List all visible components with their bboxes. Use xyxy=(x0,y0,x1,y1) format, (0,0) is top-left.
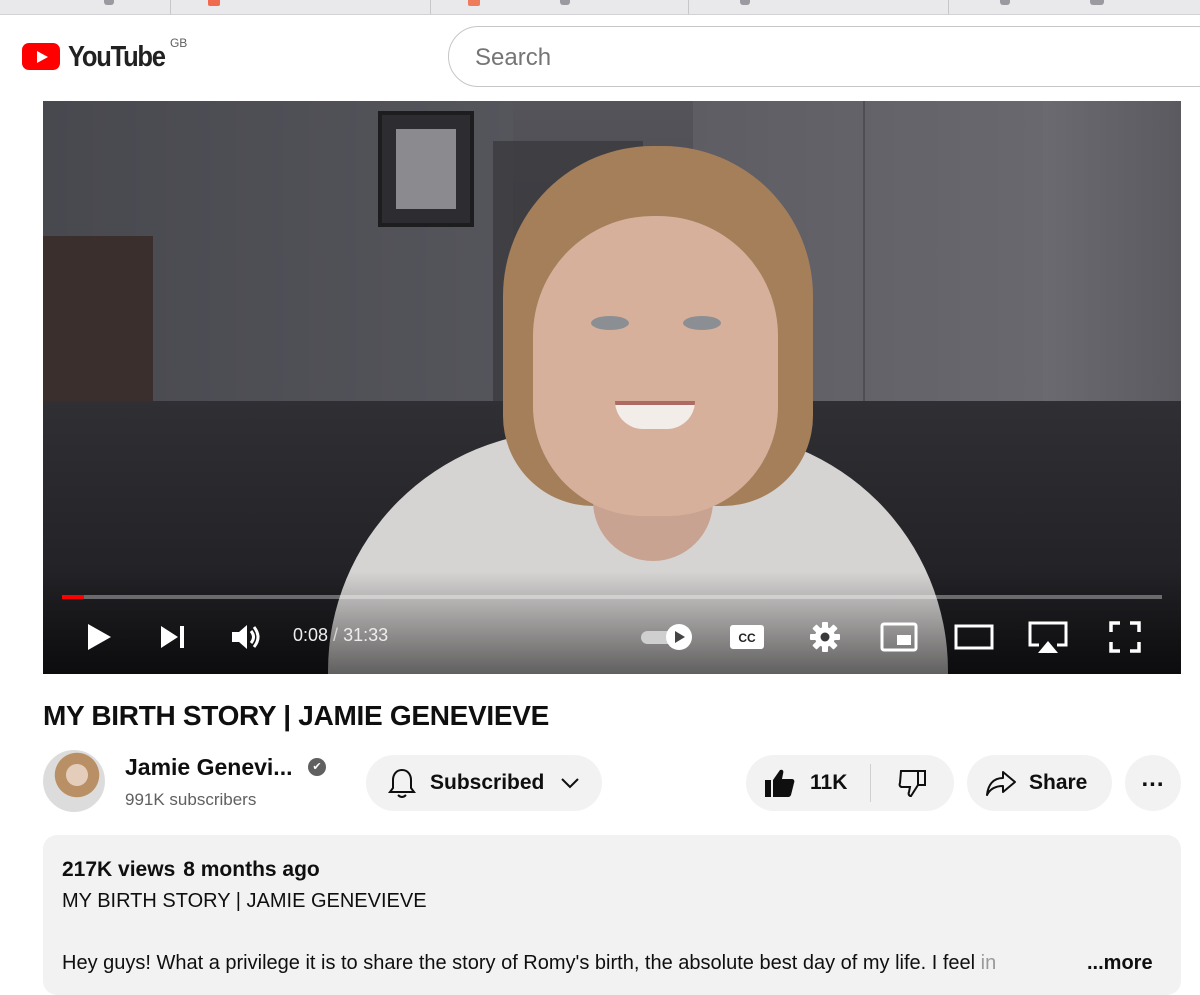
tab-icon xyxy=(740,0,750,5)
miniplayer-icon xyxy=(880,622,918,652)
description-box[interactable]: 217K views 8 months ago MY BIRTH STORY | … xyxy=(43,835,1181,995)
chevron-down-icon xyxy=(561,778,580,789)
airplay-icon xyxy=(1028,621,1068,653)
autoplay-toggle[interactable] xyxy=(637,615,697,659)
tab-icon xyxy=(104,0,114,5)
theater-mode-button[interactable] xyxy=(951,615,997,659)
upload-age: 8 months ago xyxy=(183,858,320,881)
video-frame-eye xyxy=(683,316,721,330)
play-icon xyxy=(88,624,111,650)
tab-icon xyxy=(560,0,570,5)
settings-icon xyxy=(810,622,840,652)
tab-favicon[interactable] xyxy=(208,0,220,6)
volume-icon xyxy=(232,625,260,649)
like-dislike-group: 11K xyxy=(746,755,954,811)
video-frame-picture xyxy=(378,111,474,227)
share-button[interactable]: Share xyxy=(967,755,1112,811)
thumbs-up-icon xyxy=(765,769,795,797)
verified-icon: ✔ xyxy=(308,758,326,776)
youtube-logo-icon xyxy=(22,43,60,70)
play-button[interactable] xyxy=(79,615,119,659)
description-fade: in xyxy=(980,952,997,974)
tab-divider xyxy=(948,0,949,14)
thumbs-down-icon xyxy=(898,770,926,798)
volume-button[interactable] xyxy=(227,615,267,659)
video-title: MY BIRTH STORY | JAMIE GENEVIEVE xyxy=(43,700,549,731)
fullscreen-button[interactable] xyxy=(1103,615,1147,659)
search-box[interactable] xyxy=(448,26,1200,87)
next-button[interactable] xyxy=(153,615,193,659)
controls-gradient xyxy=(43,571,1181,674)
autoplay-toggle-icon xyxy=(641,624,692,650)
video-frame-face xyxy=(533,216,778,516)
channel-avatar[interactable] xyxy=(43,750,105,812)
share-icon xyxy=(986,771,1016,796)
subscribed-label: Subscribed xyxy=(430,771,545,794)
tab-divider xyxy=(430,0,431,14)
tab-divider xyxy=(688,0,689,14)
like-button[interactable]: 11K xyxy=(746,755,870,811)
country-code: GB xyxy=(169,36,188,50)
browser-tab-strip xyxy=(0,0,1200,15)
theater-icon xyxy=(954,624,994,650)
tab-icon xyxy=(1000,0,1010,5)
svg-text:CC: CC xyxy=(738,631,756,645)
captions-icon: CC xyxy=(730,625,764,649)
more-actions-button[interactable]: ... xyxy=(1125,755,1181,811)
dislike-button[interactable] xyxy=(871,755,954,811)
time-separator: / xyxy=(328,625,344,645)
search-input[interactable] xyxy=(473,39,1077,77)
description-body: Hey guys! What a privilege it is to shar… xyxy=(62,952,981,974)
settings-button[interactable] xyxy=(803,615,847,659)
description-text: Hey guys! What a privilege it is to shar… xyxy=(62,952,996,975)
more-actions-icon: ... xyxy=(1141,765,1165,792)
like-count: 11K xyxy=(810,771,848,794)
share-label: Share xyxy=(1029,771,1088,794)
duration: 31:33 xyxy=(343,625,389,645)
current-time: 0:08 xyxy=(293,625,329,645)
progress-played xyxy=(62,595,84,599)
view-count: 217K views xyxy=(62,858,176,881)
video-frame-eye xyxy=(591,316,629,330)
channel-name[interactable]: Jamie Genevi... xyxy=(125,754,292,781)
airplay-button[interactable] xyxy=(1025,615,1071,659)
time-display: 0:08 / 31:33 xyxy=(293,625,388,646)
progress-bar[interactable] xyxy=(62,595,1162,599)
description-more-link[interactable]: ...more xyxy=(1087,952,1153,975)
captions-button[interactable]: CC xyxy=(725,615,769,659)
youtube-logo[interactable]: YouTube GB xyxy=(22,36,187,74)
tab-favicon[interactable] xyxy=(468,0,480,6)
description-title: MY BIRTH STORY | JAMIE GENEVIEVE xyxy=(62,890,427,912)
view-meta: 217K views 8 months ago xyxy=(62,858,320,882)
tab-divider xyxy=(170,0,171,14)
subscriber-count: 991K subscribers xyxy=(125,790,257,809)
bell-icon xyxy=(388,768,416,798)
video-player[interactable]: 0:08 / 31:33 CC xyxy=(43,101,1181,674)
fullscreen-icon xyxy=(1109,621,1141,653)
next-icon xyxy=(161,626,184,648)
miniplayer-button[interactable] xyxy=(877,615,921,659)
subscribed-button[interactable]: Subscribed xyxy=(366,755,602,811)
tab-icon xyxy=(1090,0,1104,5)
logo-wordmark: YouTube xyxy=(68,41,166,73)
